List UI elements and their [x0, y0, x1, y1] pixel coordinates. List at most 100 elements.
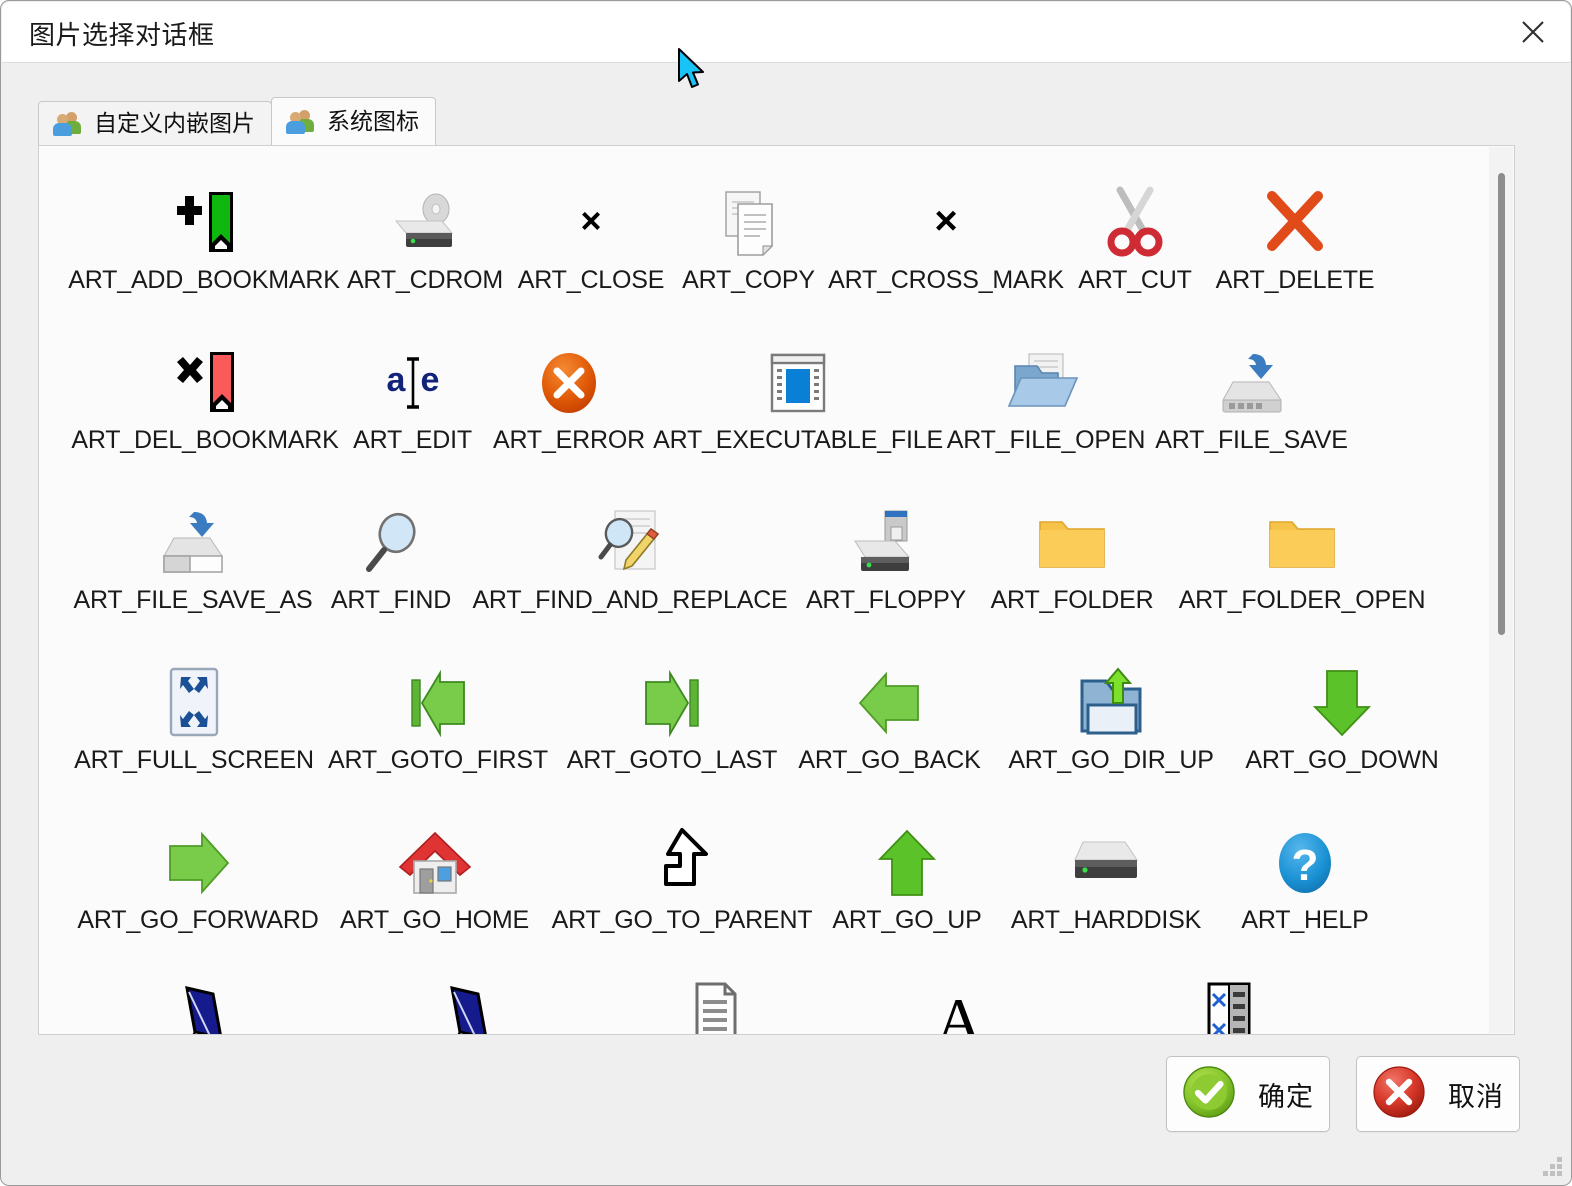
title-bar: 图片选择对话框	[2, 2, 1570, 63]
resize-grip[interactable]	[1540, 1154, 1562, 1176]
copy-icon	[671, 180, 826, 266]
icon-cell[interactable]: ART_GO_FORWARD	[69, 808, 327, 968]
cancel-button-label: 取消	[1448, 1081, 1504, 1112]
icon-label: ART_HELP	[1241, 906, 1369, 934]
icon-label: ART_GO_FORWARD	[77, 906, 319, 934]
icon-cell[interactable]: ART_GO_UP	[822, 808, 992, 968]
help-book-2-icon	[339, 980, 599, 1034]
magnifier-icon	[317, 500, 465, 586]
icon-cell[interactable]: ART_FILE_SAVE_AS	[69, 488, 317, 648]
icon-cell[interactable]: ART_GO_DOWN	[1230, 648, 1454, 808]
icon-label: ART_CROSS_MARK	[828, 266, 1064, 294]
icon-cell[interactable]: ART_FILE_SAVE	[1150, 328, 1353, 488]
svg-text:×: ×	[934, 199, 957, 243]
icon-label: ART_ADD_BOOKMARK	[68, 266, 340, 294]
icon-cell[interactable]: A	[829, 968, 1089, 1034]
icon-cell[interactable]: a e ART_EDIT	[341, 328, 484, 488]
icon-cell[interactable]: ART_FIND	[317, 488, 465, 648]
scrollbar-thumb[interactable]	[1498, 173, 1505, 635]
icon-cell[interactable]	[339, 968, 599, 1034]
icon-label: ART_GO_BACK	[798, 746, 981, 774]
full-screen-icon	[69, 660, 319, 746]
cross-mark-icon: ×	[826, 180, 1066, 266]
icon-cell[interactable]	[599, 968, 829, 1034]
window-title: 图片选择对话框	[29, 20, 215, 50]
home-icon	[327, 820, 542, 906]
tab-label: 自定义内嵌图片	[94, 110, 255, 136]
icon-cell[interactable]: ART_ADD_BOOKMARK	[68, 168, 340, 328]
icon-label: ART_DEL_BOOKMARK	[71, 426, 339, 454]
icon-cell[interactable]: × ART_CLOSE	[511, 168, 671, 328]
svg-text:a: a	[386, 361, 406, 399]
icon-label: ART_FOLDER	[990, 586, 1154, 614]
folder-open-icon	[1167, 500, 1437, 586]
icon-cell[interactable]: ART_FULL_SCREEN	[69, 648, 319, 808]
icon-label: ART_GOTO_FIRST	[328, 746, 548, 774]
icon-cell[interactable]: × ART_CROSS_MARK	[826, 168, 1066, 328]
icon-label: ART_DELETE	[1215, 266, 1375, 294]
icon-cell[interactable]: ART_GO_HOME	[327, 808, 542, 968]
icon-label: ART_GO_DIR_UP	[1008, 746, 1214, 774]
icon-cell[interactable]: ART_CDROM	[339, 168, 511, 328]
icon-label: ART_GOTO_LAST	[566, 746, 778, 774]
go-up-icon	[822, 820, 992, 906]
icon-label: ART_EDIT	[353, 426, 472, 454]
close-icon[interactable]	[1496, 2, 1570, 62]
icon-cell[interactable]: ART_GOTO_FIRST	[319, 648, 557, 808]
icon-label: ART_CDROM	[346, 266, 504, 294]
icon-cell[interactable]: ART_CUT	[1066, 168, 1204, 328]
cancel-button[interactable]: 取消	[1356, 1056, 1520, 1132]
icon-cell[interactable]: ART_FILE_OPEN	[942, 328, 1150, 488]
help-icon: ?	[1220, 820, 1390, 906]
dialog-footer: 确定 取消	[1, 1056, 1571, 1156]
delete-x-icon	[1204, 180, 1386, 266]
icon-label: ART_GO_DOWN	[1245, 746, 1439, 774]
icon-cell[interactable]: ? ART_HELP	[1220, 808, 1390, 968]
vertical-scrollbar[interactable]	[1489, 147, 1513, 1033]
icon-label: ART_GO_HOME	[339, 906, 530, 934]
cdrom-icon	[339, 180, 511, 266]
go-back-icon	[787, 660, 992, 746]
red-x-icon	[1372, 1065, 1426, 1124]
help-settings-a-icon: A	[829, 980, 1089, 1034]
go-dir-up-icon	[992, 660, 1230, 746]
icon-cell[interactable]: ART_EXECUTABLE_FILE	[653, 328, 943, 488]
icon-cell[interactable]	[1089, 968, 1369, 1034]
icon-label: ART_CLOSE	[517, 266, 665, 294]
tab-custom-embedded-images[interactable]: 自定义内嵌图片	[38, 101, 272, 145]
goto-first-icon	[319, 660, 557, 746]
icon-cell[interactable]: ART_ERROR	[484, 328, 654, 488]
icon-cell[interactable]: ART_GOTO_LAST	[557, 648, 787, 808]
file-save-icon	[1150, 340, 1353, 426]
icon-cell[interactable]: ART_DEL_BOOKMARK	[69, 328, 341, 488]
tab-system-icons[interactable]: 系统图标	[271, 97, 436, 145]
ok-button[interactable]: 确定	[1166, 1056, 1330, 1132]
find-and-replace-icon	[465, 500, 795, 586]
error-icon	[484, 340, 654, 426]
icon-cell[interactable]: ART_FLOPPY	[795, 488, 977, 648]
icon-label: ART_GO_TO_PARENT	[551, 906, 813, 934]
file-open-icon	[942, 340, 1150, 426]
floppy-icon	[795, 500, 977, 586]
icon-cell[interactable]: ART_FIND_AND_REPLACE	[465, 488, 795, 648]
icon-cell[interactable]: ART_COPY	[671, 168, 826, 328]
icon-label: ART_ERROR	[493, 426, 645, 454]
icon-cell[interactable]	[69, 968, 339, 1034]
icon-label: ART_FIND	[330, 586, 452, 614]
executable-file-icon	[654, 340, 942, 426]
folder-icon	[977, 500, 1167, 586]
file-save-as-icon	[69, 500, 317, 586]
icon-cell[interactable]: ART_DELETE	[1204, 168, 1386, 328]
edit-ae-icon: a e	[341, 340, 484, 426]
icon-cell[interactable]: ART_HARDDISK	[992, 808, 1220, 968]
icon-cell[interactable]: ART_FOLDER_OPEN	[1167, 488, 1437, 648]
icon-label: ART_HARDDISK	[1010, 906, 1202, 934]
icon-cell[interactable]: ART_GO_TO_PARENT	[542, 808, 822, 968]
icon-cell[interactable]: ART_GO_DIR_UP	[992, 648, 1230, 808]
icon-cell[interactable]: ART_FOLDER	[977, 488, 1167, 648]
icon-cell[interactable]: ART_GO_BACK	[787, 648, 992, 808]
icon-label: ART_FLOPPY	[805, 586, 967, 614]
ok-button-label: 确定	[1258, 1081, 1314, 1112]
icon-label: ART_FILE_OPEN	[946, 426, 1146, 454]
icon-label: ART_FOLDER_OPEN	[1178, 586, 1426, 614]
